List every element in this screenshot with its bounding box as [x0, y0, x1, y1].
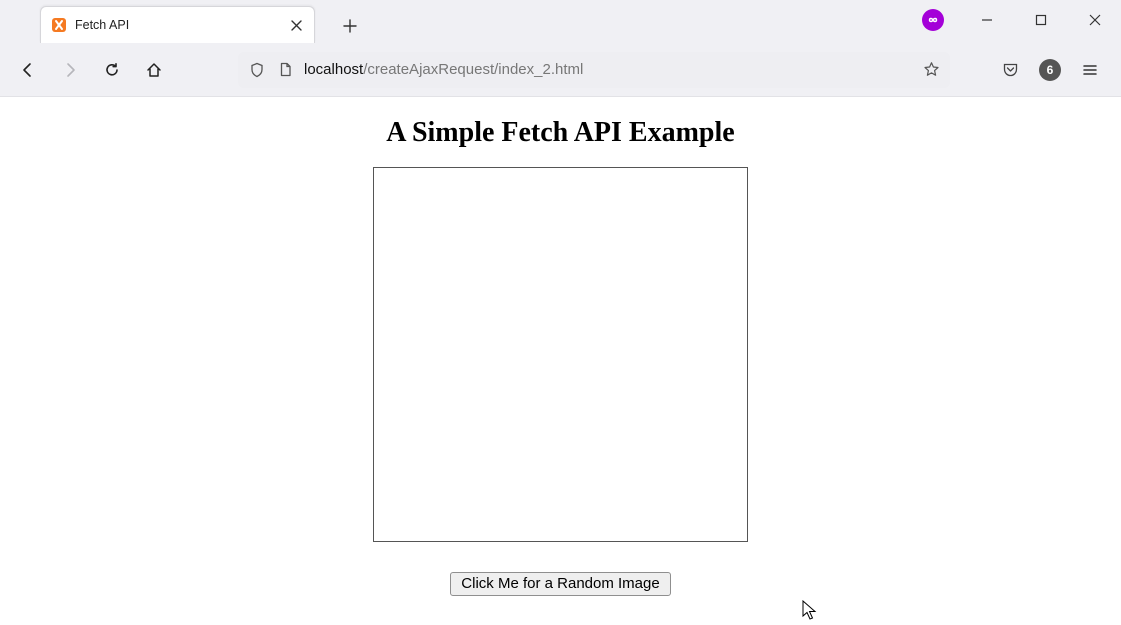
- page-info-icon[interactable]: [276, 61, 294, 79]
- image-placeholder: [373, 167, 748, 542]
- fetch-image-button[interactable]: Click Me for a Random Image: [450, 572, 670, 596]
- shield-icon[interactable]: [248, 61, 266, 79]
- home-button[interactable]: [136, 52, 172, 88]
- tab-title: Fetch API: [75, 18, 280, 32]
- toolbar-right: 6: [992, 52, 1108, 88]
- toolbar: localhost/createAjaxRequest/index_2.html…: [0, 43, 1121, 96]
- app-menu-button[interactable]: [1072, 52, 1108, 88]
- url-host: localhost: [304, 61, 363, 78]
- extension-badge[interactable]: [913, 4, 953, 36]
- back-button[interactable]: [10, 52, 46, 88]
- reload-button[interactable]: [94, 52, 130, 88]
- bookmark-star-icon[interactable]: [922, 61, 940, 79]
- close-window-button[interactable]: [1075, 4, 1115, 36]
- xampp-favicon-icon: [51, 17, 67, 33]
- mouse-cursor-icon: [802, 600, 818, 622]
- browser-tab[interactable]: Fetch API: [40, 6, 315, 43]
- tab-bar: Fetch API: [0, 0, 1121, 43]
- forward-button[interactable]: [52, 52, 88, 88]
- url-path: /createAjaxRequest/index_2.html: [363, 61, 583, 78]
- notification-count: 6: [1039, 59, 1061, 81]
- notification-count-badge[interactable]: 6: [1032, 52, 1068, 88]
- browser-chrome: Fetch API: [0, 0, 1121, 97]
- url-bar[interactable]: localhost/createAjaxRequest/index_2.html: [238, 52, 950, 88]
- close-tab-icon[interactable]: [288, 17, 304, 33]
- window-controls: [913, 4, 1115, 36]
- maximize-button[interactable]: [1021, 4, 1061, 36]
- pocket-icon[interactable]: [992, 52, 1028, 88]
- page-content: A Simple Fetch API Example Click Me for …: [0, 97, 1121, 596]
- new-tab-button[interactable]: [333, 9, 367, 43]
- infinity-extension-icon: [922, 9, 944, 31]
- url-text[interactable]: localhost/createAjaxRequest/index_2.html: [304, 61, 912, 78]
- minimize-button[interactable]: [967, 4, 1007, 36]
- page-heading: A Simple Fetch API Example: [0, 117, 1121, 149]
